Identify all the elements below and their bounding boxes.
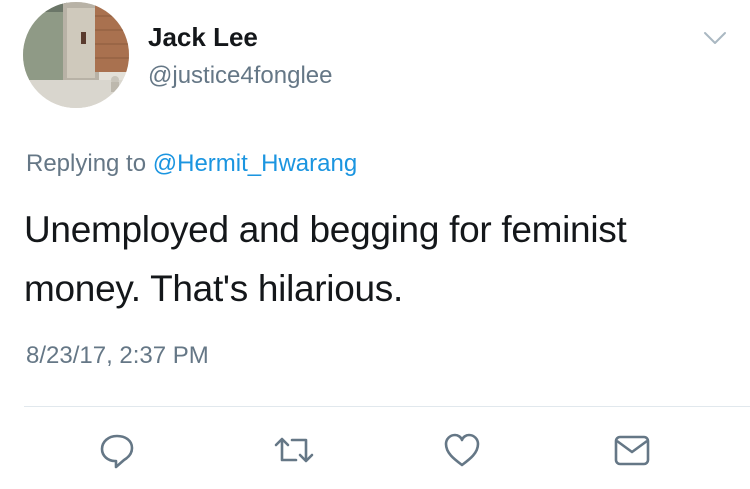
reply-button[interactable] xyxy=(97,430,137,470)
tweet: Jack Lee @justice4fonglee Replying to @H… xyxy=(0,0,750,489)
direct-message-icon xyxy=(614,435,650,466)
user-handle[interactable]: @justice4fonglee xyxy=(148,62,332,90)
like-icon xyxy=(444,433,480,467)
replying-to: Replying to @Hermit_Hwarang xyxy=(26,150,357,178)
like-button[interactable] xyxy=(442,430,482,470)
tweet-text: Unemployed and begging for feminist mone… xyxy=(24,209,627,309)
display-name[interactable]: Jack Lee xyxy=(148,22,258,53)
avatar[interactable] xyxy=(23,2,129,108)
direct-message-button[interactable] xyxy=(612,430,652,470)
replying-to-label: Replying to xyxy=(26,150,147,177)
divider xyxy=(24,406,750,407)
chevron-down-icon[interactable] xyxy=(703,30,727,46)
tweet-timestamp[interactable]: 8/23/17, 2:37 PM xyxy=(26,342,209,370)
reply-icon xyxy=(100,434,134,469)
retweet-button[interactable] xyxy=(272,430,316,470)
reply-mention-link[interactable]: @Hermit_Hwarang xyxy=(153,150,357,177)
retweet-icon xyxy=(274,437,314,463)
